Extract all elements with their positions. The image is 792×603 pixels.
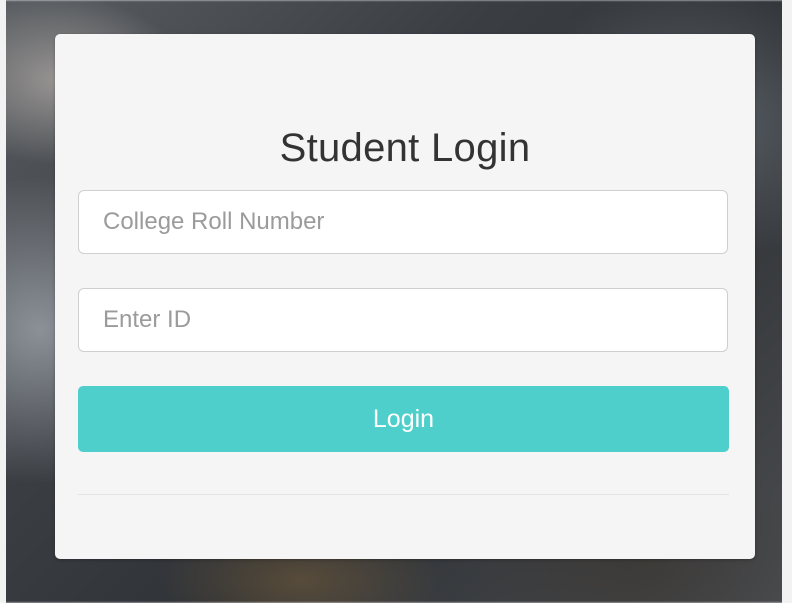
roll-number-input[interactable] xyxy=(78,190,728,254)
window-edge-left xyxy=(0,0,6,603)
page-title: Student Login xyxy=(279,126,531,170)
login-card: Student Login Login xyxy=(55,34,755,559)
divider xyxy=(78,494,729,495)
window-edge-right xyxy=(782,0,792,603)
login-button[interactable]: Login xyxy=(78,386,729,452)
id-input[interactable] xyxy=(78,288,728,352)
